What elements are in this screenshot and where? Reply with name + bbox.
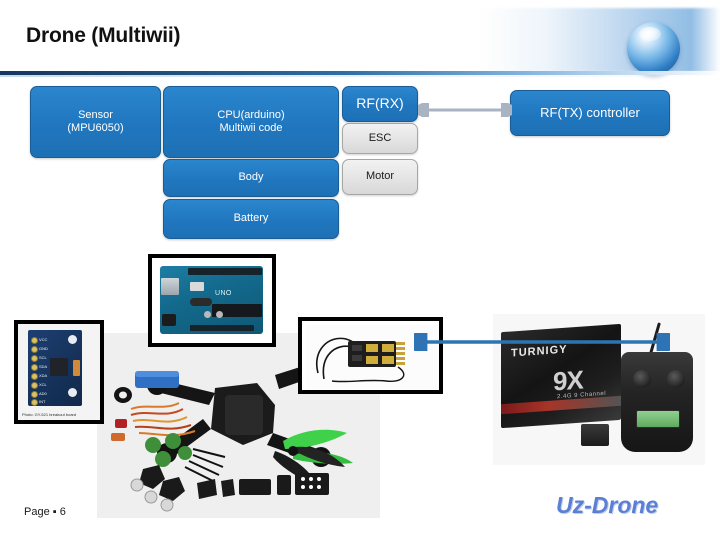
sensor-pad-xcl (31, 382, 38, 389)
arduino-usb-port (161, 278, 179, 295)
sensor-pad-xda (31, 373, 38, 380)
page-title: Drone (Multiwii) (26, 24, 181, 47)
brand-logo-text: Uz-Drone (556, 492, 659, 518)
arduino-power-jack (162, 314, 176, 326)
sensor-photo-inner: VCC GND SCL SDA XDA XCL AD0 INT Photo: G… (18, 324, 100, 420)
cpu-line-1: CPU(arduino) (217, 108, 285, 121)
arduino-analog-header (190, 325, 254, 331)
arduino-led-2 (216, 311, 223, 318)
diagram-node-battery-label: Battery (233, 212, 269, 225)
arduino-led-1 (204, 311, 211, 318)
sensor-photo-caption: Photo: GY-521 breakout board (22, 412, 77, 417)
diagram-node-cpu[interactable]: CPU(arduino) Multiwii code (163, 86, 339, 158)
sensor-line-1: Sensor (78, 108, 113, 121)
diagram-node-body[interactable]: Body (163, 159, 339, 197)
arduino-digital-header (188, 268, 262, 275)
sensor-label-scl: SCL (39, 355, 47, 360)
slide-canvas: Drone (Multiwii) Sensor (MPU6050) CPU(ar… (0, 0, 720, 540)
sensor-label-int: INT (39, 399, 46, 404)
arduino-logo-text: UNO (215, 290, 232, 297)
header-glow-decoration (480, 8, 720, 72)
sensor-mount-hole-top (68, 335, 77, 344)
arduino-photo-inner: UNO (156, 262, 268, 339)
transmitter-right-stick (667, 370, 685, 388)
diagram-node-body-label: Body (238, 171, 264, 184)
diagram-node-battery[interactable]: Battery (163, 199, 339, 239)
sensor-mount-hole-bottom (68, 388, 77, 397)
sensor-label-vcc: VCC (39, 337, 48, 342)
arduino-uno-photo: UNO (148, 254, 276, 347)
sphere-highlight-icon (639, 27, 661, 41)
diagram-node-rf-rx-label: RF(RX) (356, 95, 404, 112)
page-number: Page ▪ 6 (24, 506, 66, 518)
sensor-pad-gnd (31, 346, 38, 353)
rf-receiver-photo (298, 317, 443, 394)
arduino-pcb: UNO (160, 266, 263, 334)
sensor-label-xda: XDA (39, 373, 48, 378)
sensor-imu-chip (50, 358, 68, 376)
sensor-label-xcl: XCL (39, 382, 47, 387)
diagram-node-rf-tx-label: RF(TX) controller (540, 105, 640, 121)
sensor-label-ad0: AD0 (39, 391, 47, 396)
mpu6050-breakout-photo: VCC GND SCL SDA XDA XCL AD0 INT Photo: G… (14, 320, 104, 424)
sensor-label-gnd: GND (39, 346, 48, 351)
cpu-line-2: Multiwii code (219, 122, 283, 134)
arduino-crystal (190, 282, 204, 291)
header-divider-highlight (0, 75, 720, 77)
sensor-pcb: VCC GND SCL SDA XDA XCL AD0 INT (28, 330, 82, 406)
transmitter-left-stick (633, 370, 651, 388)
diagram-node-rf-rx[interactable]: RF(RX) (342, 86, 418, 122)
sensor-line-2: (MPU6050) (67, 122, 124, 134)
diagram-node-esc-label: ESC (368, 131, 392, 144)
diagram-node-sensor[interactable]: Sensor (MPU6050) (30, 86, 161, 158)
sensor-pad-scl (31, 355, 38, 362)
diagram-node-sensor-label: Sensor (MPU6050) (67, 109, 123, 136)
sensor-pad-int (31, 399, 38, 406)
transmitter-rf-module (581, 424, 609, 446)
sensor-pad-ad0 (31, 391, 38, 398)
transmitter-radio-body (621, 352, 693, 452)
arduino-regulator (190, 298, 212, 306)
diagram-node-cpu-label: CPU(arduino) Multiwii code (217, 109, 284, 136)
diagram-node-esc[interactable]: ESC (342, 123, 418, 154)
transmitter-lcd-screen (636, 410, 680, 428)
tx-rx-photo-link-arrow (414, 333, 670, 351)
sensor-connector (73, 360, 80, 376)
diagram-node-motor-label: Motor (365, 170, 395, 183)
sensor-label-sda: SDA (39, 364, 48, 369)
diagram-node-rf-tx[interactable]: RF(TX) controller (510, 90, 670, 136)
diagram-node-motor[interactable]: Motor (342, 159, 418, 195)
sensor-pad-sda (31, 364, 38, 371)
rx-tx-connector-arrow (418, 103, 512, 117)
sensor-pad-vcc (31, 337, 38, 344)
